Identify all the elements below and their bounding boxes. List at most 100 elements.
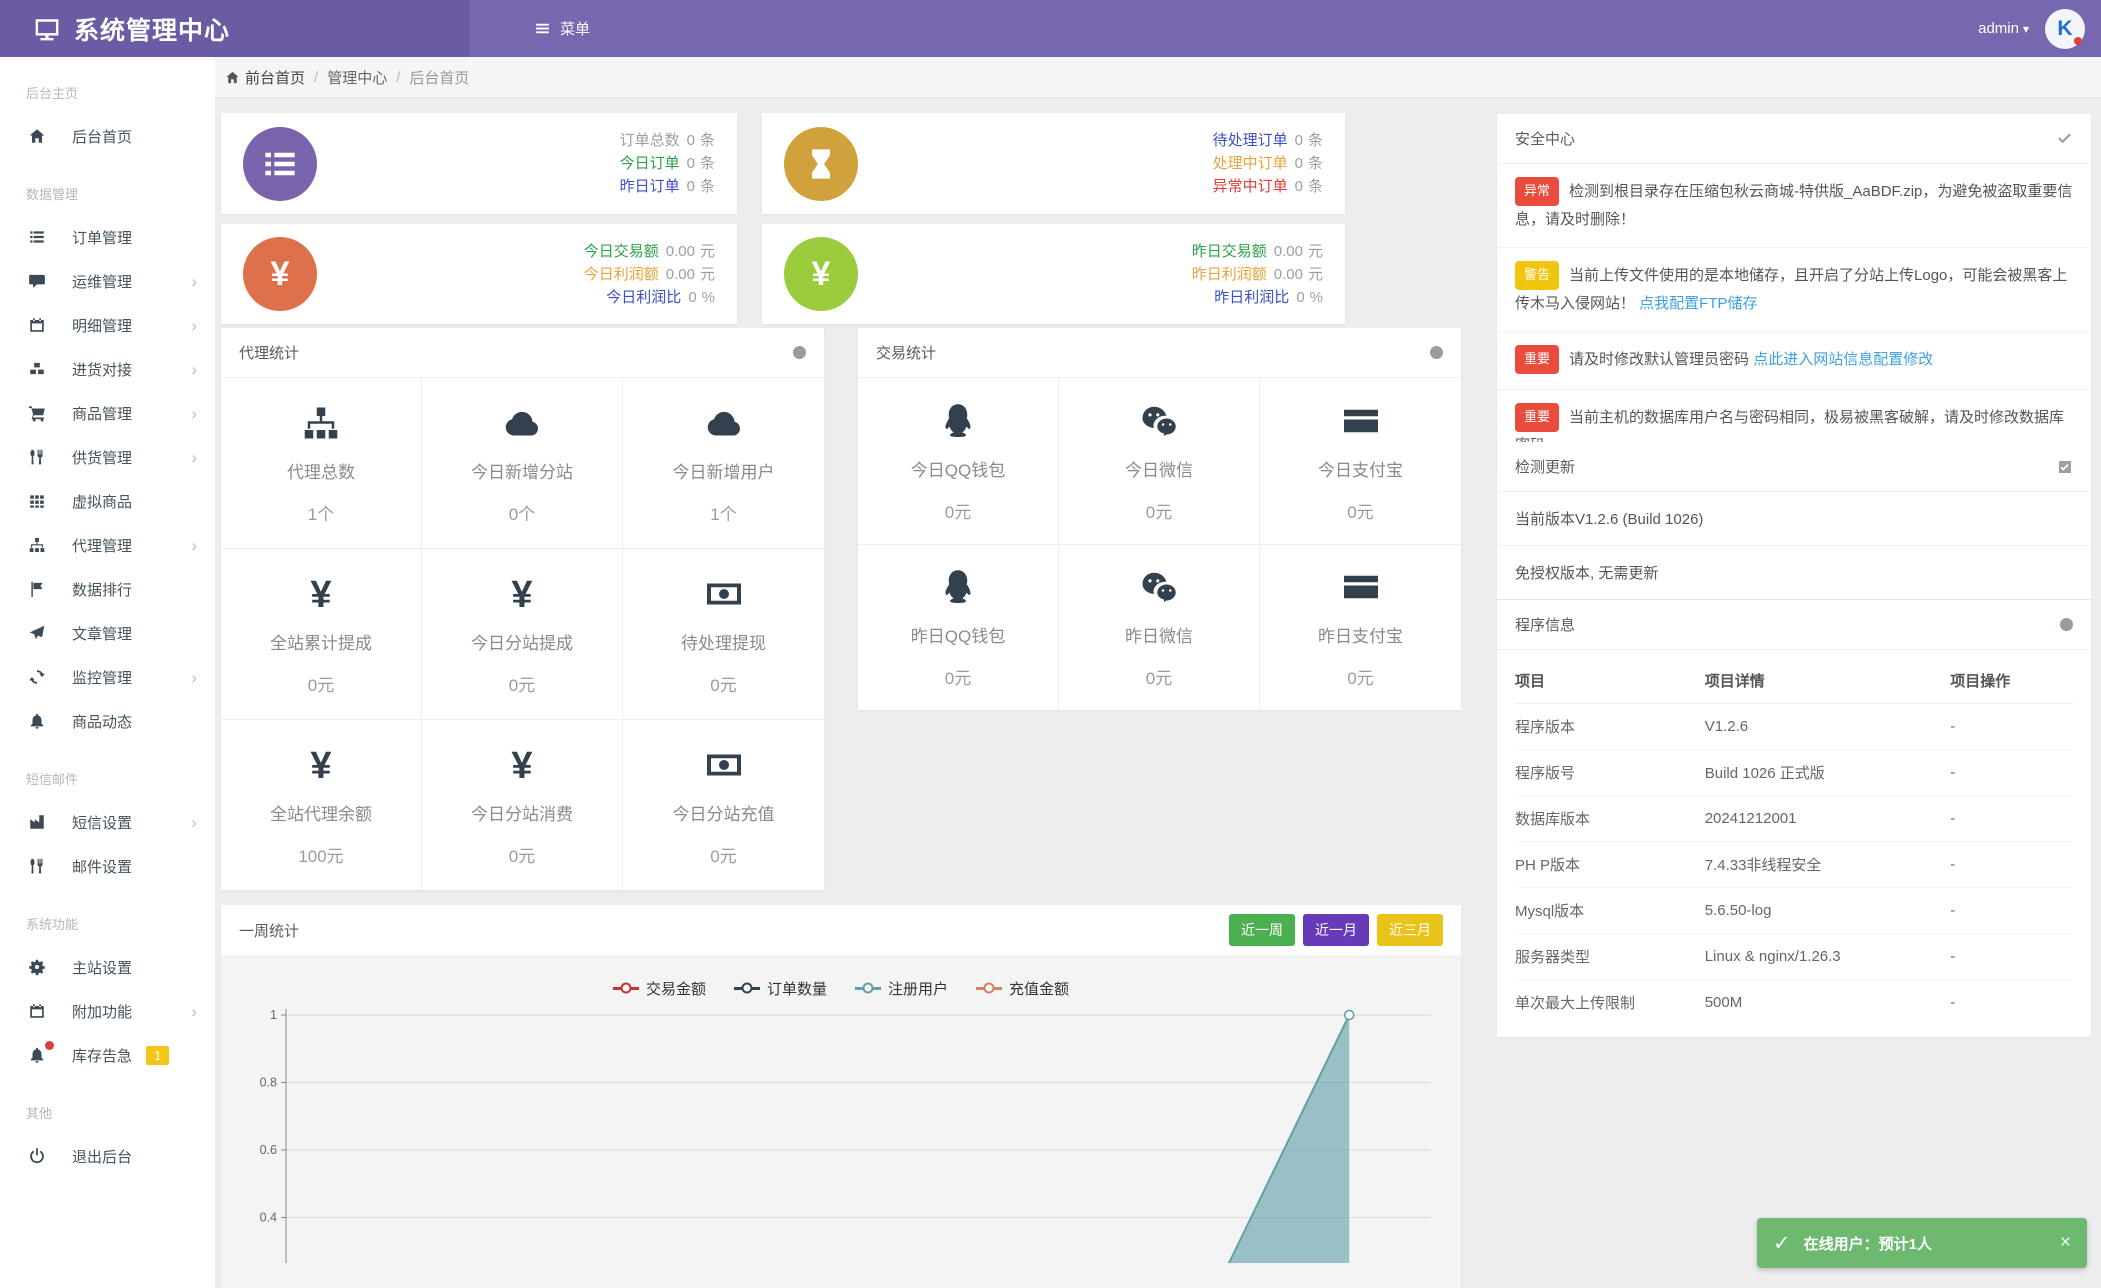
panel-dot-icon[interactable] [793,346,806,359]
sidebar-item-label: 运维管理 [72,273,133,291]
stat-grid-cell[interactable]: 昨日支付宝 0元 [1260,545,1461,711]
stat-grid-cell[interactable]: 昨日微信 0元 [1059,544,1260,710]
stat-grid-value: 0元 [1347,669,1374,689]
sidebar-item[interactable]: 商品管理 › [0,391,215,435]
table-column-header: 项目 [1515,656,1705,704]
stat-label: 异常中订单 [1212,178,1288,195]
sidebar-item[interactable]: 虚拟商品 [0,479,215,523]
panel-dot-icon[interactable] [2060,618,2073,631]
stat-grid-cell[interactable]: 昨日QQ钱包 0元 [858,544,1059,710]
table-cell: 20241212001 [1704,795,1951,842]
stat-grid-value: 0元 [944,502,972,522]
stat-grid-cell[interactable]: 今日QQ钱包 0元 [858,378,1059,545]
legend-item[interactable]: 充值金额 [976,978,1069,999]
yen-glyph: ¥ [511,745,533,787]
alert-link[interactable]: 点我配置FTP储存 [1635,295,1757,312]
stat-grid-label: 今日新增用户 [672,463,775,482]
chevron-right-icon: › [191,447,197,467]
alert-badge: 重要 [1515,402,1560,432]
program-info-panel: 程序信息 项目 项目详情 项目操作 程序版本 V1.2.6- 程序版号 Build 102… [1497,600,2091,1037]
stat-grid-label: 全站代理余额 [270,805,372,824]
table-cell: Build 1026 正式版 [1704,749,1951,796]
sidebar-item[interactable]: 商品动态 [0,699,215,743]
stat-label: 订单总数 [619,132,680,149]
chevron-right-icon: › [191,1001,197,1021]
range-button[interactable]: 近一月 [1303,914,1369,946]
qq-icon [938,565,978,607]
stat-unit: 条 [699,132,715,149]
sidebar-item[interactable]: 邮件设置 [0,844,215,888]
stat-grid-label: 昨日QQ钱包 [910,627,1006,647]
stat-unit: 条 [699,155,715,172]
yen-glyph: ¥ [811,254,831,293]
breadcrumb-item[interactable]: 管理中心 [327,67,387,88]
stat-line: 今日交易额 0.00 元 [317,240,715,263]
yen-glyph: ¥ [270,254,290,293]
sidebar-item[interactable]: 退出后台 [0,1134,215,1178]
stat-grid-cell[interactable]: ¥ 今日分站提成 0元 [422,549,623,720]
toast-text: 在线用户：预计1人 [1803,1235,1932,1253]
stat-grid-cell[interactable]: 今日新增分站 0个 [422,378,623,549]
panel-dot-icon[interactable] [1430,346,1443,359]
alert-link[interactable]: 点此进入网站信息配置修改 [1749,351,1933,368]
admin-dropdown[interactable]: admin ▾ [1978,20,2029,37]
admin-dashboard-page: 系统管理中心 菜单 admin ▾ K 后台主页 后台首页 数据管理 订单管理 运维管理 ›… [0,0,2101,1288]
menu-toggle[interactable]: 菜单 [520,0,604,57]
table-row: 程序版本 V1.2.6- [1515,703,2073,750]
stat-card: 待处理订单 0 条处理中订单 0 条异常中订单 0 条 [762,113,1345,214]
stat-grid-value: 0元 [307,676,335,695]
range-button[interactable]: 近一周 [1229,914,1295,946]
panel-title: 一周统计 [239,922,300,940]
sidebar-item[interactable]: 数据排行 [0,567,215,611]
stat-grid-cell[interactable]: ¥ 今日分站消费 0元 [422,720,623,890]
sidebar-item[interactable]: 进货对接 › [0,347,215,391]
stat-grid-cell[interactable]: 今日分站充值 0元 [623,720,824,890]
table-cell: 单次最大上传限制 [1515,995,1636,1012]
yen-icon: ¥ [511,743,532,785]
stat-grid-cell[interactable]: 今日支付宝 0元 [1260,378,1461,545]
legend-item[interactable]: 注册用户 [855,978,948,999]
app-logo[interactable]: 系统管理中心 [0,0,470,57]
stat-grid-cell[interactable]: 今日新增用户 1个 [623,378,824,549]
sidebar-item[interactable]: 短信设置 › [0,800,215,844]
sidebar-item[interactable]: 供货管理 › [0,435,215,479]
table-cell: - [1950,994,1956,1011]
sidebar-item[interactable]: 订单管理 [0,215,215,259]
sidebar-item[interactable]: 运维管理 › [0,259,215,303]
close-icon[interactable]: × [2060,1232,2071,1254]
breadcrumb-home-link[interactable]: 前台首页 [225,67,305,88]
checkbox-checked-icon[interactable] [2057,459,2073,475]
grid-icon [26,492,48,510]
home-icon [26,127,48,145]
range-button[interactable]: 近三月 [1377,914,1443,946]
stat-grid-cell[interactable]: ¥ 全站代理余额 100元 [221,720,422,890]
stat-grid-value: 0个 [508,505,536,524]
stat-card-lines: 今日交易额 0.00 元今日利润额 0.00 元今日利润比 0% [317,240,715,309]
sidebar-item-label: 主站设置 [72,959,133,977]
stat-grid-cell[interactable]: 待处理提现 0元 [623,549,824,720]
sidebar-item[interactable]: 监控管理 › [0,655,215,699]
sidebar-item[interactable]: 代理管理 › [0,523,215,567]
qq-icon [938,399,978,441]
legend-label: 注册用户 [888,980,949,998]
sidebar-item[interactable]: 附加功能 › [0,989,215,1033]
stat-line: 异常中订单 0 条 [858,175,1323,198]
stat-grid-cell[interactable]: 代理总数 1个 [221,378,422,549]
legend-item[interactable]: 交易金额 [612,978,706,999]
stat-grid-label: 今日分站充值 [672,805,775,824]
stat-grid-label: 今日微信 [1125,460,1193,480]
stat-grid-cell[interactable]: ¥ 全站累计提成 0元 [221,549,422,720]
sidebar-item-label: 库存告急 [72,1047,133,1065]
sidebar-item[interactable]: 明细管理 › [0,303,215,347]
sidebar-item[interactable]: 文章管理 [0,611,215,655]
stat-grid-value: 0元 [944,669,972,689]
stat-value: 0 [686,132,695,149]
sidebar-item[interactable]: 主站设置 [0,945,215,989]
stat-grid-cell[interactable]: 今日微信 0元 [1059,378,1260,545]
avatar[interactable]: K [2045,8,2085,49]
stat-grid-value: 0元 [1145,502,1173,522]
legend-item[interactable]: 订单数量 [733,978,827,999]
sidebar-item[interactable]: 库存告急 1 [0,1033,215,1077]
check-icon[interactable] [2056,130,2073,147]
sidebar-item[interactable]: 后台首页 [0,114,215,158]
